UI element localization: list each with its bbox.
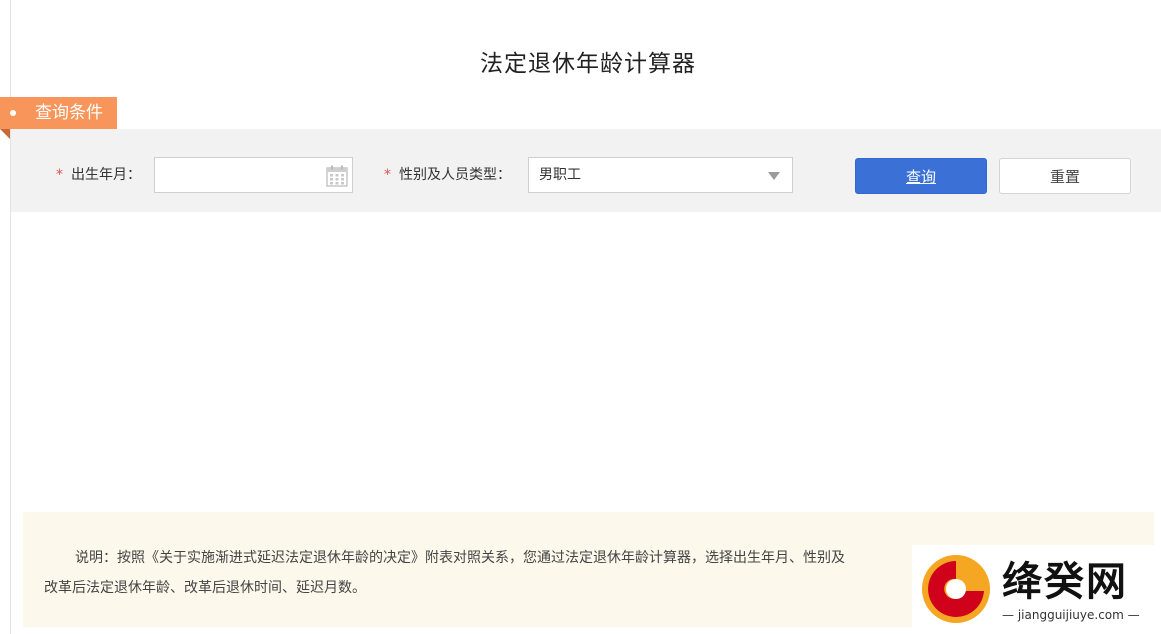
watermark-name: 绛癸网 (1002, 558, 1128, 605)
calendar-icon[interactable] (326, 165, 348, 187)
birth-date-input[interactable] (155, 158, 315, 192)
page-title: 法定退休年龄计算器 (480, 51, 696, 77)
birth-label: 出生年月： (71, 167, 141, 183)
query-button[interactable]: 查询 (855, 158, 987, 194)
birth-date-field[interactable] (154, 157, 353, 193)
watermark-url: — jiangguijiuye.com — (1002, 608, 1140, 622)
birth-label-row: * 出生年月： (56, 166, 141, 184)
note-text-line1: 说明：按照《关于实施渐进式延迟法定退休年龄的决定》附表对照关系，您通过法定退休年… (75, 550, 845, 566)
watermark: 绛癸网 — jiangguijiuye.com — (912, 545, 1161, 634)
caret-down-icon[interactable] (768, 172, 780, 180)
type-select-value: 男职工 (539, 167, 581, 183)
type-label: 性别及人员类型： (399, 167, 511, 183)
section-label: 查询条件 (35, 103, 103, 123)
required-mark: * (56, 167, 63, 183)
section-tag: 查询条件 (0, 97, 117, 129)
dot-icon (10, 110, 16, 116)
reset-button[interactable]: 重置 (999, 158, 1131, 194)
watermark-logo-icon (922, 555, 990, 623)
note-text-line2: 改革后法定退休年龄、改革后退休时间、延迟月数。 (44, 580, 366, 596)
left-border (10, 0, 11, 634)
section-tag-fold (0, 129, 10, 139)
type-select[interactable]: 男职工 (528, 157, 793, 193)
required-mark: * (384, 167, 391, 183)
type-label-row: * 性别及人员类型： (384, 166, 511, 184)
